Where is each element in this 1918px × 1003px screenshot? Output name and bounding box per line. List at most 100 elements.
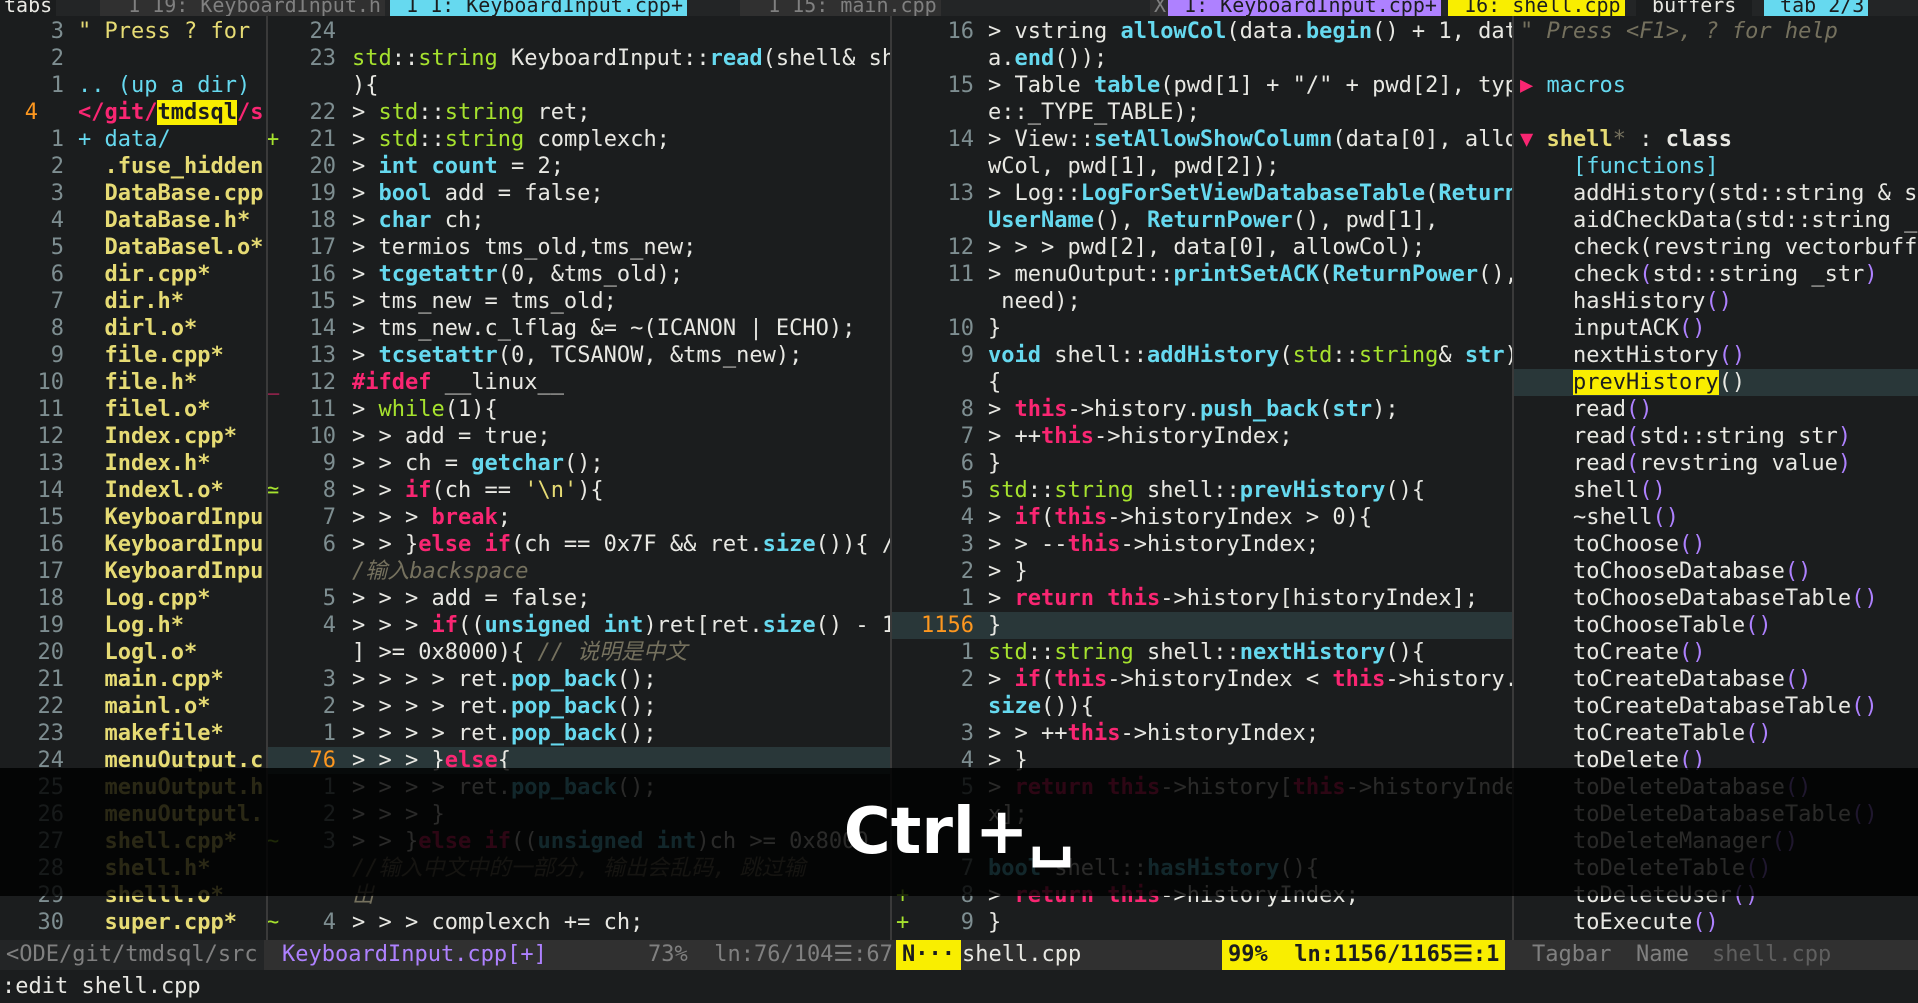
tagbar-item[interactable]: [functions] xyxy=(1514,153,1918,180)
filetree-entry[interactable]: KeyboardInpu xyxy=(78,504,263,531)
tagbar-item[interactable]: toChooseDatabase() xyxy=(1514,558,1918,585)
filetree-entry[interactable]: DataBase.h* xyxy=(78,207,250,234)
filetree-item[interactable]: 21 main.cpp* xyxy=(0,666,265,693)
filetree-item[interactable]: 4 DataBase.h* xyxy=(0,207,265,234)
tag-entry[interactable]: ▶ macros xyxy=(1520,72,1626,99)
code-text[interactable]: } xyxy=(988,450,1001,477)
tag-entry[interactable]: read(revstring value) xyxy=(1520,450,1851,477)
filetree-item[interactable]: 17 KeyboardInpu xyxy=(0,558,265,585)
tag-entry[interactable]: addHistory(std::string & s xyxy=(1520,180,1917,207)
code-text[interactable]: ){ xyxy=(352,72,379,99)
code-text[interactable]: > tms_new = tms_old; xyxy=(352,288,617,315)
code-text[interactable]: > tms_new.c_lflag &= ~(ICANON | ECHO); xyxy=(352,315,855,342)
code-text[interactable]: { xyxy=(988,369,1001,396)
tab-8[interactable]: tab 2/3 xyxy=(1764,0,1869,16)
filetree-item[interactable]: 16 KeyboardInpu xyxy=(0,531,265,558)
code-text[interactable]: > tcsetattr(0, TCSANOW, &tms_new); xyxy=(352,342,802,369)
code-text[interactable]: wCol, pwd[1], pwd[2]); xyxy=(988,153,1279,180)
tagbar-item[interactable]: check(std::string _str) xyxy=(1514,261,1918,288)
code-text[interactable]: > while(1){ xyxy=(352,396,498,423)
filetree-item[interactable]: 2 xyxy=(0,45,265,72)
code-text[interactable]: void shell::addHistory(std::string& str) xyxy=(988,342,1512,369)
tag-entry[interactable]: check(std::string _str) xyxy=(1520,261,1878,288)
tag-entry[interactable]: read() xyxy=(1520,396,1653,423)
filetree-item[interactable]: 12 Index.cpp* xyxy=(0,423,265,450)
tagbar-item[interactable]: read(revstring value) xyxy=(1514,450,1918,477)
tagbar-item[interactable]: read(std::string str) xyxy=(1514,423,1918,450)
code-text[interactable]: UserName(), ReturnPower(), pwd[1], xyxy=(988,207,1438,234)
code-text[interactable]: > Log::LogForSetViewDatabaseTable(Return xyxy=(988,180,1512,207)
filetree-item[interactable]: 13 Index.h* xyxy=(0,450,265,477)
tagbar-item[interactable]: inputACK() xyxy=(1514,315,1918,342)
tagbar-item[interactable]: toCreate() xyxy=(1514,639,1918,666)
tagbar-item[interactable]: aidCheckData(std::string _ xyxy=(1514,207,1918,234)
code-text[interactable]: > > > > ret.pop_back(); xyxy=(352,666,657,693)
tagbar-item[interactable]: hasHistory() xyxy=(1514,288,1918,315)
code-text[interactable]: std::string shell::nextHistory(){ xyxy=(988,639,1425,666)
tag-entry[interactable]: prevHistory() xyxy=(1520,369,1745,396)
filetree-item[interactable]: 5 DataBasel.o* xyxy=(0,234,265,261)
filetree-item[interactable]: 30 super.cpp* xyxy=(0,909,265,936)
code-text[interactable]: } xyxy=(988,909,1001,936)
code-text[interactable]: } xyxy=(988,315,1001,342)
code-text[interactable]: std::string shell::prevHistory(){ xyxy=(988,477,1425,504)
code-text[interactable]: #ifdef __linux__ xyxy=(352,369,564,396)
filetree-item[interactable]: 23 makefile* xyxy=(0,720,265,747)
code-text[interactable]: > bool add = false; xyxy=(352,180,604,207)
code-text[interactable]: e::_TYPE_TABLE); xyxy=(988,99,1200,126)
filetree-entry[interactable]: .. (up a dir) xyxy=(78,72,250,99)
tab-7[interactable]: buffers xyxy=(1636,0,1753,16)
tag-entry[interactable]: inputACK() xyxy=(1520,315,1705,342)
filetree-entry[interactable]: DataBase.cpp xyxy=(78,180,263,207)
filetree-item[interactable]: 22 mainl.o* xyxy=(0,693,265,720)
code-text[interactable]: std::string KeyboardInput::read(shell& s… xyxy=(352,45,890,72)
tagbar-item[interactable]: addHistory(std::string & s xyxy=(1514,180,1918,207)
filetree-item[interactable]: 6 dir.cpp* xyxy=(0,261,265,288)
code-text[interactable]: > if(this->historyIndex < this->history. xyxy=(988,666,1512,693)
status-file-shell[interactable]: shell.cpp xyxy=(956,940,1087,970)
filetree-item[interactable]: 4 </git/tmdsql/s xyxy=(0,99,265,126)
code-text[interactable]: > } xyxy=(988,558,1028,585)
tagbar-item[interactable]: shell() xyxy=(1514,477,1918,504)
filetree-item[interactable]: 2 .fuse_hidden xyxy=(0,153,265,180)
code-text[interactable]: > > add = true; xyxy=(352,423,551,450)
tagbar-item[interactable]: toChoose() xyxy=(1514,531,1918,558)
tag-entry[interactable]: toCreateDatabaseTable() xyxy=(1520,693,1878,720)
tagbar-item[interactable]: toCreateTable() xyxy=(1514,720,1918,747)
code-text[interactable]: need); xyxy=(988,288,1080,315)
filetree-entry[interactable]: main.cpp* xyxy=(78,666,223,693)
code-text[interactable]: > int count = 2; xyxy=(352,153,564,180)
code-text[interactable]: > this->history.push_back(str); xyxy=(988,396,1399,423)
tagbar-item[interactable]: ~shell() xyxy=(1514,504,1918,531)
tagbar-item[interactable]: toExecute() xyxy=(1514,909,1918,936)
tag-entry[interactable]: toChooseDatabaseTable() xyxy=(1520,585,1878,612)
code-text[interactable]: size()){ xyxy=(988,693,1094,720)
tagbar-item[interactable]: ▶ macros xyxy=(1514,72,1918,99)
status-file-keyboardinput[interactable]: KeyboardInput.cpp[+] xyxy=(276,940,553,970)
filetree-entry[interactable]: KeyboardInpu xyxy=(78,531,263,558)
filetree-entry[interactable]: Index.h* xyxy=(78,450,210,477)
filetree-entry[interactable]: Log.h* xyxy=(78,612,183,639)
filetree-entry[interactable]: file.h* xyxy=(78,369,197,396)
filetree-entry[interactable]: dirl.o* xyxy=(78,315,197,342)
tag-entry[interactable]: toChooseTable() xyxy=(1520,612,1772,639)
code-text[interactable]: > View::setAllowShowColumn(data[0], allo xyxy=(988,126,1512,153)
tag-entry[interactable]: [functions] xyxy=(1520,153,1719,180)
filetree-item[interactable]: 11 filel.o* xyxy=(0,396,265,423)
filetree-item[interactable]: 8 dirl.o* xyxy=(0,315,265,342)
tag-entry[interactable]: read(std::string str) xyxy=(1520,423,1851,450)
tab-6[interactable]: 16: shell.cpp xyxy=(1448,0,1625,16)
code-text[interactable]: > if(this->historyIndex > 0){ xyxy=(988,504,1372,531)
code-text[interactable]: > menuOutput::printSetACK(ReturnPower(), xyxy=(988,261,1512,288)
tag-entry[interactable]: shell() xyxy=(1520,477,1666,504)
code-text[interactable]: } xyxy=(988,612,1001,639)
filetree-entry[interactable]: KeyboardInpu xyxy=(78,558,263,585)
tag-entry[interactable]: toCreateTable() xyxy=(1520,720,1772,747)
filetree-item[interactable]: 15 KeyboardInpu xyxy=(0,504,265,531)
code-text[interactable]: /输入backspace xyxy=(352,558,528,585)
tagbar-item[interactable]: prevHistory() xyxy=(1514,369,1918,396)
code-text[interactable]: > ++this->historyIndex; xyxy=(988,423,1293,450)
tab-0[interactable]: tabs xyxy=(0,0,57,16)
tag-entry[interactable]: aidCheckData(std::string _ xyxy=(1520,207,1917,234)
code-text[interactable]: a.end()); xyxy=(988,45,1107,72)
